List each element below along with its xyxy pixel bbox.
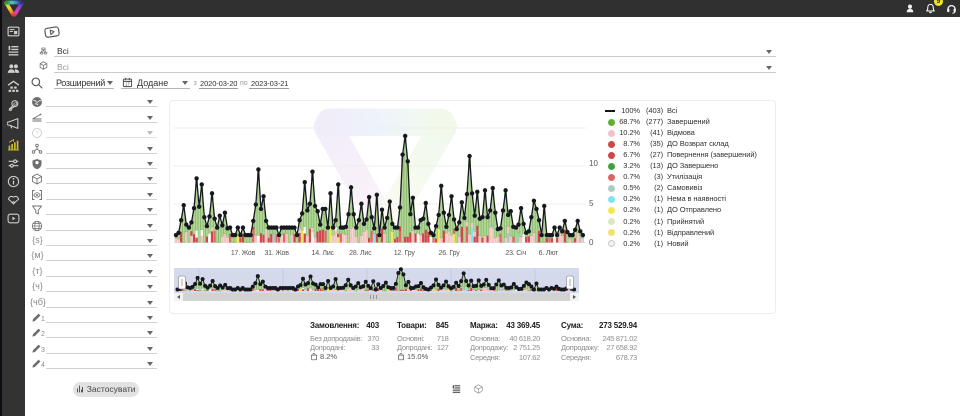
svg-text:x: x: [315, 357, 317, 361]
svg-text:x: x: [402, 357, 404, 361]
